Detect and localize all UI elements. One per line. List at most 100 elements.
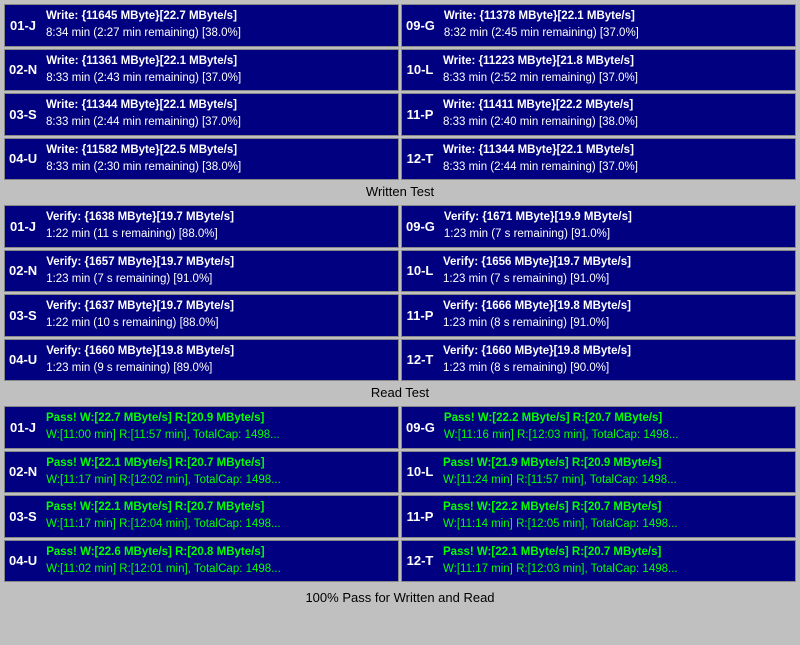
device-cell: 04-UWrite: {11582 MByte}[22.5 MByte/s]8:… <box>4 138 399 181</box>
pass-info: Pass! W:[22.7 MByte/s] R:[20.9 MByte/s]W… <box>41 407 398 448</box>
info-line1: Verify: {1656 MByte}[19.7 MByte/s] <box>443 254 790 271</box>
pass-line1: Pass! W:[22.2 MByte/s] R:[20.7 MByte/s] <box>443 499 790 516</box>
pass-id: 09-G <box>402 407 439 448</box>
info-line1: Write: {11361 MByte}[22.1 MByte/s] <box>46 53 393 70</box>
device-cell: 09-GVerify: {1671 MByte}[19.9 MByte/s]1:… <box>401 205 796 248</box>
device-cell: 11-PWrite: {11411 MByte}[22.2 MByte/s]8:… <box>401 93 796 136</box>
device-info: Write: {11361 MByte}[22.1 MByte/s]8:33 m… <box>41 50 398 91</box>
device-info: Write: {11645 MByte}[22.7 MByte/s]8:34 m… <box>41 5 398 46</box>
device-info: Write: {11411 MByte}[22.2 MByte/s]8:33 m… <box>438 94 795 135</box>
device-info: Verify: {1657 MByte}[19.7 MByte/s]1:23 m… <box>41 251 398 292</box>
device-info: Verify: {1666 MByte}[19.8 MByte/s]1:23 m… <box>438 295 795 336</box>
info-line1: Write: {11411 MByte}[22.2 MByte/s] <box>443 97 790 114</box>
main-container: 01-JWrite: {11645 MByte}[22.7 MByte/s]8:… <box>0 0 800 616</box>
pass-line2: W:[11:02 min] R:[12:01 min], TotalCap: 1… <box>46 561 393 578</box>
device-id: 10-L <box>402 50 438 91</box>
info-line2: 1:22 min (10 s remaining) [88.0%] <box>46 315 393 332</box>
info-line2: 8:33 min (2:43 min remaining) [37.0%] <box>46 70 393 87</box>
read-grid: 01-JPass! W:[22.7 MByte/s] R:[20.9 MByte… <box>4 406 796 582</box>
pass-id: 12-T <box>402 541 438 582</box>
pass-line2: W:[11:17 min] R:[12:02 min], TotalCap: 1… <box>46 472 393 489</box>
info-line2: 1:23 min (8 s remaining) [90.0%] <box>443 360 790 377</box>
pass-id: 04-U <box>5 541 41 582</box>
verify-grid: 01-JVerify: {1638 MByte}[19.7 MByte/s]1:… <box>4 205 796 381</box>
info-line1: Write: {11344 MByte}[22.1 MByte/s] <box>46 97 393 114</box>
device-id: 11-P <box>402 295 438 336</box>
info-line1: Write: {11645 MByte}[22.7 MByte/s] <box>46 8 393 25</box>
pass-info: Pass! W:[22.1 MByte/s] R:[20.7 MByte/s]W… <box>41 452 398 493</box>
info-line1: Verify: {1637 MByte}[19.7 MByte/s] <box>46 298 393 315</box>
pass-cell: 03-SPass! W:[22.1 MByte/s] R:[20.7 MByte… <box>4 495 399 538</box>
device-info: Write: {11582 MByte}[22.5 MByte/s]8:33 m… <box>41 139 398 180</box>
device-info: Write: {11223 MByte}[21.8 MByte/s]8:33 m… <box>438 50 795 91</box>
pass-line2: W:[11:17 min] R:[12:04 min], TotalCap: 1… <box>46 516 393 533</box>
device-info: Verify: {1637 MByte}[19.7 MByte/s]1:22 m… <box>41 295 398 336</box>
pass-id: 10-L <box>402 452 438 493</box>
pass-cell: 12-TPass! W:[22.1 MByte/s] R:[20.7 MByte… <box>401 540 796 583</box>
info-line1: Verify: {1660 MByte}[19.8 MByte/s] <box>46 343 393 360</box>
device-cell: 11-PVerify: {1666 MByte}[19.8 MByte/s]1:… <box>401 294 796 337</box>
info-line2: 8:34 min (2:27 min remaining) [38.0%] <box>46 25 393 42</box>
device-cell: 03-SVerify: {1637 MByte}[19.7 MByte/s]1:… <box>4 294 399 337</box>
device-info: Write: {11344 MByte}[22.1 MByte/s]8:33 m… <box>41 94 398 135</box>
device-id: 04-U <box>5 139 41 180</box>
pass-id: 01-J <box>5 407 41 448</box>
pass-id: 03-S <box>5 496 41 537</box>
device-id: 02-N <box>5 50 41 91</box>
device-id: 12-T <box>402 139 438 180</box>
info-line1: Verify: {1671 MByte}[19.9 MByte/s] <box>444 209 790 226</box>
pass-info: Pass! W:[22.1 MByte/s] R:[20.7 MByte/s]W… <box>41 496 398 537</box>
device-id: 12-T <box>402 340 438 381</box>
device-id: 03-S <box>5 295 41 336</box>
pass-info: Pass! W:[22.1 MByte/s] R:[20.7 MByte/s]W… <box>438 541 795 582</box>
device-id: 09-G <box>402 5 439 46</box>
info-line1: Write: {11223 MByte}[21.8 MByte/s] <box>443 53 790 70</box>
footer-label: 100% Pass for Written and Read <box>4 585 796 610</box>
info-line2: 8:33 min (2:40 min remaining) [38.0%] <box>443 114 790 131</box>
info-line2: 8:32 min (2:45 min remaining) [37.0%] <box>444 25 790 42</box>
device-id: 01-J <box>5 206 41 247</box>
write-grid: 01-JWrite: {11645 MByte}[22.7 MByte/s]8:… <box>4 4 796 180</box>
device-info: Write: {11378 MByte}[22.1 MByte/s]8:32 m… <box>439 5 795 46</box>
info-line2: 1:23 min (8 s remaining) [91.0%] <box>443 315 790 332</box>
device-cell: 09-GWrite: {11378 MByte}[22.1 MByte/s]8:… <box>401 4 796 47</box>
info-line1: Write: {11582 MByte}[22.5 MByte/s] <box>46 142 393 159</box>
pass-line1: Pass! W:[22.1 MByte/s] R:[20.7 MByte/s] <box>443 544 790 561</box>
pass-line1: Pass! W:[22.7 MByte/s] R:[20.9 MByte/s] <box>46 410 393 427</box>
pass-info: Pass! W:[21.9 MByte/s] R:[20.9 MByte/s]W… <box>438 452 795 493</box>
pass-cell: 11-PPass! W:[22.2 MByte/s] R:[20.7 MByte… <box>401 495 796 538</box>
info-line2: 1:23 min (7 s remaining) [91.0%] <box>444 226 790 243</box>
pass-line1: Pass! W:[22.1 MByte/s] R:[20.7 MByte/s] <box>46 499 393 516</box>
device-cell: 01-JVerify: {1638 MByte}[19.7 MByte/s]1:… <box>4 205 399 248</box>
device-cell: 10-L Verify: {1656 MByte}[19.7 MByte/s]1:… <box>401 250 796 293</box>
pass-info: Pass! W:[22.2 MByte/s] R:[20.7 MByte/s]W… <box>438 496 795 537</box>
write-section: 01-JWrite: {11645 MByte}[22.7 MByte/s]8:… <box>4 4 796 203</box>
pass-cell: 01-JPass! W:[22.7 MByte/s] R:[20.9 MByte… <box>4 406 399 449</box>
info-line2: 1:23 min (7 s remaining) [91.0%] <box>46 271 393 288</box>
device-id: 10-L <box>402 251 438 292</box>
pass-line1: Pass! W:[22.6 MByte/s] R:[20.8 MByte/s] <box>46 544 393 561</box>
info-line2: 1:23 min (7 s remaining) [91.0%] <box>443 271 790 288</box>
device-id: 04-U <box>5 340 41 381</box>
written-test-label: Written Test <box>4 180 796 203</box>
info-line1: Write: {11378 MByte}[22.1 MByte/s] <box>444 8 790 25</box>
pass-cell: 02-NPass! W:[22.1 MByte/s] R:[20.7 MByte… <box>4 451 399 494</box>
device-cell: 01-JWrite: {11645 MByte}[22.7 MByte/s]8:… <box>4 4 399 47</box>
device-cell: 02-NVerify: {1657 MByte}[19.7 MByte/s]1:… <box>4 250 399 293</box>
verify-section: 01-JVerify: {1638 MByte}[19.7 MByte/s]1:… <box>4 205 796 404</box>
device-id: 03-S <box>5 94 41 135</box>
device-cell: 02-NWrite: {11361 MByte}[22.1 MByte/s]8:… <box>4 49 399 92</box>
device-info: Write: {11344 MByte}[22.1 MByte/s]8:33 m… <box>438 139 795 180</box>
device-cell: 12-TWrite: {11344 MByte}[22.1 MByte/s]8:… <box>401 138 796 181</box>
info-line2: 8:33 min (2:30 min remaining) [38.0%] <box>46 159 393 176</box>
pass-id: 11-P <box>402 496 438 537</box>
pass-line1: Pass! W:[22.2 MByte/s] R:[20.7 MByte/s] <box>444 410 790 427</box>
pass-line1: Pass! W:[21.9 MByte/s] R:[20.9 MByte/s] <box>443 455 790 472</box>
pass-id: 02-N <box>5 452 41 493</box>
device-id: 09-G <box>402 206 439 247</box>
device-info: Verify: {1638 MByte}[19.7 MByte/s]1:22 m… <box>41 206 398 247</box>
pass-line2: W:[11:16 min] R:[12:03 min], TotalCap: 1… <box>444 427 790 444</box>
device-cell: 10-LWrite: {11223 MByte}[21.8 MByte/s]8:… <box>401 49 796 92</box>
info-line2: 8:33 min (2:44 min remaining) [37.0%] <box>443 159 790 176</box>
device-info: Verify: {1671 MByte}[19.9 MByte/s]1:23 m… <box>439 206 795 247</box>
